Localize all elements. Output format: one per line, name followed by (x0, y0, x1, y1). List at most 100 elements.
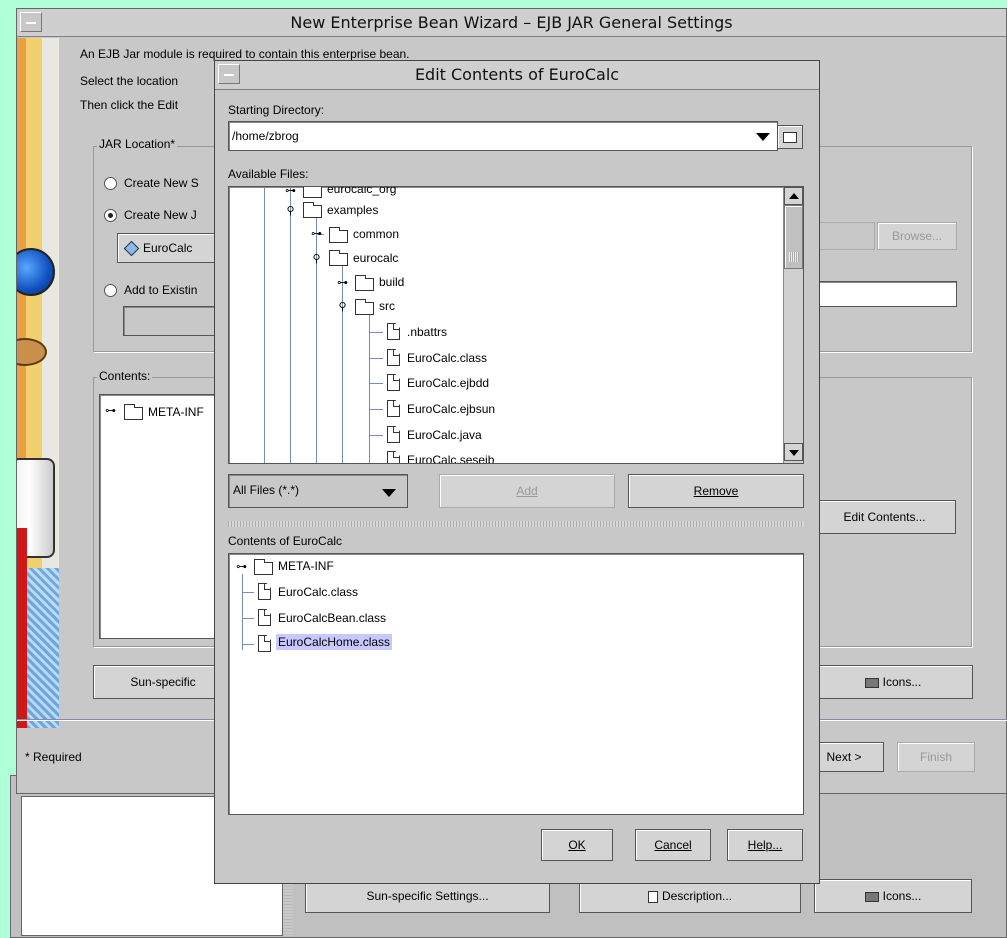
collapse-handle-icon[interactable]: ⚲ (336, 301, 349, 314)
sun-specific-button[interactable]: Sun-specific (93, 665, 233, 699)
ok-button[interactable]: OK (541, 829, 613, 861)
wizard-intro-line1: An EJB Jar module is required to contain… (80, 47, 410, 61)
eurocalc-chip-label: EuroCalc (143, 241, 193, 255)
folder-icon (303, 202, 322, 218)
file-icon (387, 426, 400, 443)
remove-button[interactable]: Remove (628, 474, 804, 508)
file-icon (387, 451, 400, 463)
filter-chevron-down-icon[interactable] (382, 489, 396, 497)
available-files-label: Available Files: (228, 167, 309, 181)
dialog-title: Edit Contents of EuroCalc (414, 65, 620, 84)
window-menu-icon[interactable] (20, 12, 42, 32)
up-folder-button[interactable] (777, 125, 803, 149)
folder-icon (329, 227, 348, 243)
side-stripe (17, 528, 27, 728)
contents-label: Contents of EuroCalc (228, 534, 343, 548)
expand-handle-icon[interactable]: ⊶ (310, 228, 323, 241)
contents-tree-item[interactable]: META-INF (148, 405, 204, 419)
split-divider[interactable] (228, 521, 804, 527)
tree-item[interactable]: EuroCalc.ejbsun (407, 402, 495, 416)
wizard-titlebar[interactable]: New Enterprise Bean Wizard – EJB JAR Gen… (17, 9, 1006, 37)
tree-connector (369, 332, 383, 333)
help-button[interactable]: Help... (727, 829, 803, 861)
folder-icon (355, 299, 374, 315)
contents-item[interactable]: META-INF (278, 559, 334, 573)
jar-location-legend: JAR Location* (97, 137, 178, 151)
existing-jar-combo[interactable] (123, 306, 223, 336)
radio-add-existing[interactable] (104, 284, 117, 297)
radio-create-new-s[interactable] (104, 177, 117, 190)
expand-handle-icon[interactable]: ⊶ (336, 277, 349, 290)
icons-button[interactable]: Icons... (813, 665, 973, 699)
tree-item[interactable]: common (353, 227, 399, 241)
contents-item-selected[interactable]: EuroCalcHome.class (276, 634, 393, 650)
collapse-handle-icon[interactable]: ⚲ (310, 253, 323, 266)
bg-icons-button[interactable]: Icons... (814, 879, 972, 913)
disabled-path-field (817, 222, 875, 250)
add-button[interactable]: Add (439, 474, 615, 508)
required-note: * Required (25, 750, 82, 764)
available-files-tree[interactable]: ⊶ eurocalc_org ⚲ examples ⊶ common ⚲ eur… (228, 186, 804, 464)
tree-guide (264, 187, 265, 463)
tree-item[interactable]: .nbattrs (407, 325, 447, 339)
bean-diamond-icon (123, 241, 140, 257)
finish-button[interactable]: Finish (897, 742, 975, 772)
tree-item[interactable]: EuroCalc.ejbdd (407, 376, 489, 390)
tree-guide (290, 187, 291, 463)
jar-name-field[interactable] (817, 281, 957, 307)
starting-dir-combo[interactable]: /home/zbrog (228, 121, 778, 151)
contents-item[interactable]: EuroCalc.class (278, 585, 358, 599)
tree-item[interactable]: eurocalc_org (327, 187, 396, 196)
contents-tree[interactable]: ⊶ META-INF (99, 394, 229, 639)
file-filter-combo[interactable]: All Files (*.*) (228, 474, 408, 508)
folder-icon (124, 404, 143, 420)
scroll-down-arrow-icon[interactable] (784, 443, 803, 461)
tree-item[interactable]: build (379, 275, 404, 289)
folder-icon (254, 559, 273, 575)
bg-sun-specific-button[interactable]: Sun-specific Settings... (305, 879, 550, 913)
expand-handle-icon[interactable]: ⊶ (104, 405, 117, 418)
folder-icon (355, 275, 374, 291)
tree-item[interactable]: EuroCalc.java (407, 428, 482, 442)
tree-item[interactable]: examples (327, 203, 378, 217)
tree-item[interactable]: src (379, 299, 395, 313)
chevron-down-icon[interactable] (756, 133, 770, 141)
side-pattern (27, 568, 59, 728)
starting-dir-label: Starting Directory: (228, 103, 325, 117)
vertical-scrollbar[interactable] (783, 187, 803, 463)
eurocalc-chip[interactable]: EuroCalc (117, 233, 227, 263)
dialog-titlebar[interactable]: Edit Contents of EuroCalc (215, 61, 819, 90)
description-icon (647, 890, 658, 903)
tree-connector (242, 592, 254, 593)
bg-description-button[interactable]: Description... (579, 879, 801, 913)
radio-create-new-j[interactable] (104, 209, 117, 222)
edit-contents-button[interactable]: Edit Contents... (813, 500, 956, 534)
file-icon (387, 323, 400, 340)
file-icon (387, 349, 400, 366)
expand-handle-icon[interactable]: ⊶ (235, 561, 248, 574)
collapse-handle-icon[interactable]: ⚲ (284, 205, 297, 218)
contents-item[interactable]: EuroCalcBean.class (278, 611, 386, 625)
tree-item[interactable]: EuroCalc.seseib (407, 453, 494, 463)
file-icon (258, 583, 271, 600)
ok-label: OK (568, 838, 586, 852)
radio-add-existing-label: Add to Existin (124, 283, 198, 297)
file-icon (387, 374, 400, 391)
tree-connector (369, 435, 383, 436)
cancel-button[interactable]: Cancel (635, 829, 711, 861)
browse-button[interactable]: Browse... (877, 222, 957, 250)
file-filter-value: All Files (*.*) (233, 483, 300, 497)
expand-handle-icon[interactable]: ⊶ (284, 187, 297, 198)
radio-create-new-j-label: Create New J (124, 208, 197, 222)
tree-item[interactable]: EuroCalc.class (407, 351, 487, 365)
dialog-menu-icon[interactable] (218, 64, 240, 84)
icons-label: Icons... (882, 675, 922, 689)
scroll-thumb[interactable] (784, 205, 803, 269)
contents-legend: Contents: (97, 369, 153, 383)
tree-connector (242, 618, 254, 619)
tree-guide (369, 315, 370, 463)
scroll-up-arrow-icon[interactable] (784, 187, 803, 205)
file-icon (387, 400, 400, 417)
contents-of-eurocalc-tree[interactable]: ⊶ META-INF EuroCalc.class EuroCalcBean.c… (228, 553, 804, 815)
tree-item[interactable]: eurocalc (353, 251, 398, 265)
